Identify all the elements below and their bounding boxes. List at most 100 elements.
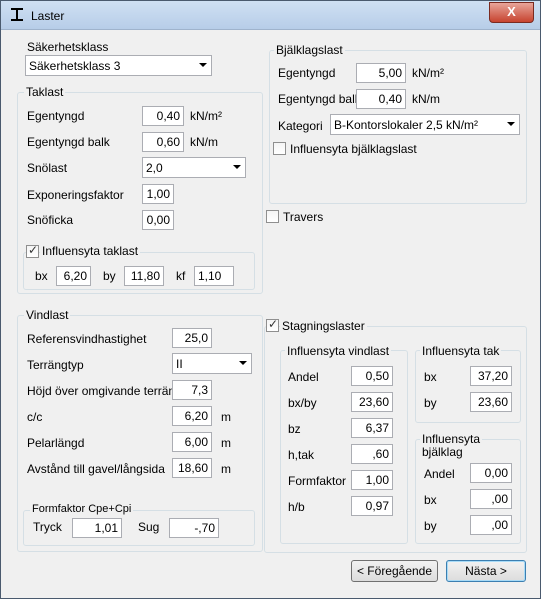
hojd-input[interactable]: 7,3 <box>172 380 212 400</box>
exponeringsfaktor-label: Exponeringsfaktor <box>27 188 124 202</box>
terrangtyp-label: Terrängtyp <box>27 358 84 372</box>
influensyta-tak-title: Influensyta tak <box>420 344 502 358</box>
travers-label: Travers <box>283 210 324 224</box>
influensyta-taklast-checkbox[interactable] <box>26 243 39 258</box>
stag-tak-by-label: by <box>424 396 437 410</box>
pelarlangd-unit: m <box>221 436 231 450</box>
vind-formfaktor-input[interactable]: 1,00 <box>351 470 393 490</box>
snoficka-input[interactable]: 0,00 <box>142 210 174 230</box>
stag-bj-andel-label: Andel <box>424 467 455 481</box>
stag-bj-andel-input[interactable]: 0,00 <box>470 463 512 483</box>
influensyta-bjalklag-title-line2: bjälklag <box>422 445 463 459</box>
tak-by-input[interactable]: 11,80 <box>124 266 164 286</box>
bj-egentyngd-balk-label: Egentyngd balk <box>278 92 361 106</box>
pelarlangd-input[interactable]: 6,00 <box>172 432 212 452</box>
vind-bxby-input[interactable]: 23,60 <box>351 392 393 412</box>
vind-andel-label: Andel <box>288 370 319 384</box>
sakerhetsklass-value: Säkerhetsklass 3 <box>29 59 121 73</box>
snolast-select[interactable]: 2,0 <box>142 157 246 178</box>
hojd-label: Höjd över omgivande terräng <box>27 384 182 398</box>
laster-window: Laster X Säkerhetsklass Säkerhetsklass 3… <box>0 0 541 599</box>
tak-egentyngd-label: Egentyngd <box>27 109 85 123</box>
influensyta-bjalklagslast-checkbox[interactable] <box>273 142 286 155</box>
tak-egentyngd-balk-label: Egentyngd balk <box>27 135 110 149</box>
close-button[interactable]: X <box>489 2 534 23</box>
snolast-value: 2,0 <box>146 161 163 175</box>
vind-hb-input[interactable]: 0,97 <box>351 496 393 516</box>
sug-input[interactable]: -,70 <box>169 518 219 538</box>
tryck-input[interactable]: 1,01 <box>72 518 122 538</box>
bj-egentyngd-unit: kN/m² <box>412 66 444 80</box>
kategori-value: B-Kontorslokaler 2,5 kN/m² <box>334 118 479 132</box>
stag-bj-bx-input[interactable]: ,00 <box>470 489 512 509</box>
avstand-input[interactable]: 18,60 <box>172 458 212 478</box>
bj-egentyngd-balk-input[interactable]: 0,40 <box>356 89 406 109</box>
stag-tak-bx-label: bx <box>424 370 437 384</box>
influensyta-bjalklag-title: Influensyta bjälklag <box>420 432 483 459</box>
title-bar: Laster X <box>1 1 540 30</box>
cc-input[interactable]: 6,20 <box>172 406 212 426</box>
chevron-down-icon <box>233 165 241 169</box>
bjalklagslast-title: Bjälklagslast <box>274 43 345 57</box>
tak-egentyngd-balk-unit: kN/m <box>190 135 218 149</box>
client-area: Säkerhetsklass Säkerhetsklass 3 Taklast … <box>8 30 534 592</box>
vind-formfaktor-label: Formfaktor <box>288 474 347 488</box>
cc-label: c/c <box>27 410 43 424</box>
formfaktor-title: Formfaktor Cpe+Cpi <box>30 503 134 515</box>
influensyta-vindlast-title: Influensyta vindlast <box>285 344 392 358</box>
vind-andel-input[interactable]: 0,50 <box>351 366 393 386</box>
sakerhetsklass-select[interactable]: Säkerhetsklass 3 <box>25 55 212 76</box>
stag-bj-by-label: by <box>424 519 437 533</box>
tak-bx-label: bx <box>35 269 48 283</box>
referensvind-input[interactable]: 25,0 <box>172 328 212 348</box>
travers-checkbox[interactable] <box>266 210 279 223</box>
next-button[interactable]: Nästa > <box>446 560 526 582</box>
influensyta-bjalklag-title-line1: Influensyta <box>422 432 481 446</box>
stagningslaster-checkbox[interactable] <box>266 317 279 332</box>
stag-bj-by-input[interactable]: ,00 <box>470 515 512 535</box>
referensvind-label: Referensvindhastighet <box>27 332 147 346</box>
terrangtyp-select[interactable]: II <box>172 353 252 374</box>
vind-htak-input[interactable]: ,60 <box>351 444 393 464</box>
tak-kf-label: kf <box>176 269 186 283</box>
influensyta-tak-group <box>415 350 521 423</box>
beam-icon <box>11 8 23 21</box>
taklast-title: Taklast <box>24 85 66 99</box>
kategori-label: Kategori <box>278 119 323 133</box>
tak-egentyngd-balk-input[interactable]: 0,60 <box>142 132 184 152</box>
stagningslaster-label: Stagningslaster <box>280 319 367 333</box>
cc-unit: m <box>221 410 231 424</box>
vind-bz-label: bz <box>288 422 301 436</box>
tak-egentyngd-input[interactable]: 0,40 <box>142 106 184 126</box>
influensyta-taklast-label: Influensyta taklast <box>40 244 141 258</box>
previous-button[interactable]: < Föregående <box>351 560 438 582</box>
sug-label: Sug <box>138 520 160 534</box>
vind-bxby-label: bx/by <box>288 396 317 410</box>
chevron-down-icon <box>507 122 515 126</box>
vind-bz-input[interactable]: 6,37 <box>351 418 393 438</box>
tak-by-label: by <box>103 269 116 283</box>
vind-htak-label: h,tak <box>288 448 315 462</box>
chevron-down-icon <box>239 361 247 365</box>
bj-egentyngd-input[interactable]: 5,00 <box>356 63 406 83</box>
bj-egentyngd-balk-unit: kN/m <box>412 92 440 106</box>
vindlast-title: Vindlast <box>24 308 71 322</box>
stag-bj-bx-label: bx <box>424 493 437 507</box>
sakerhetsklass-label: Säkerhetsklass <box>27 40 109 54</box>
vind-hb-label: h/b <box>288 500 305 514</box>
bj-egentyngd-label: Egentyngd <box>278 66 336 80</box>
avstand-unit: m <box>221 462 231 476</box>
stag-tak-bx-input[interactable]: 37,20 <box>470 366 512 386</box>
tak-bx-input[interactable]: 6,20 <box>56 266 91 286</box>
snoficka-label: Snöficka <box>27 213 74 227</box>
snolast-label: Snölast <box>27 161 68 175</box>
tak-kf-input[interactable]: 1,10 <box>194 266 234 286</box>
avstand-label: Avstånd till gavel/långsida <box>27 462 165 476</box>
terrangtyp-value: II <box>176 357 183 371</box>
exponeringsfaktor-input[interactable]: 1,00 <box>142 184 174 204</box>
stag-tak-by-input[interactable]: 23,60 <box>470 392 512 412</box>
chevron-down-icon <box>199 63 207 67</box>
tak-egentyngd-unit: kN/m² <box>190 109 222 123</box>
kategori-select[interactable]: B-Kontorslokaler 2,5 kN/m² <box>330 114 520 135</box>
tryck-label: Tryck <box>33 520 62 534</box>
